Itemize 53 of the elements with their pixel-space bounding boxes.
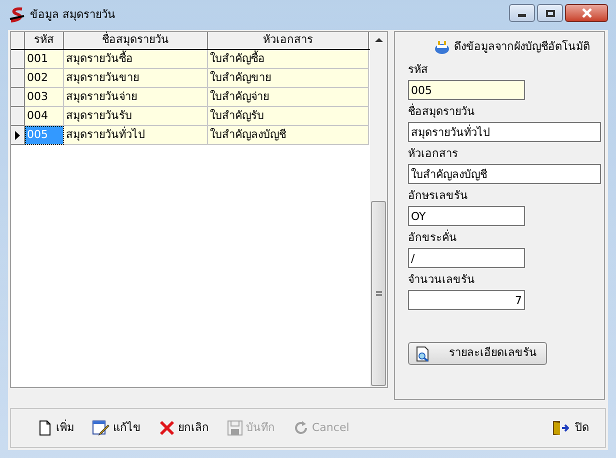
toolbar-button[interactable]: ยกเลิก (157, 415, 211, 441)
table-cell: สมุดรายวันซื้อ (64, 50, 208, 69)
edit-icon (92, 420, 110, 436)
new-document-icon (37, 420, 53, 436)
table-cell: ใบสำคัญจ่าย (208, 88, 369, 107)
toolbar-button[interactable]: เพิ่ม (35, 415, 76, 441)
table-cell: ใบสำคัญรับ (208, 107, 369, 126)
field-label: จำนวนเลขรัน (408, 272, 476, 288)
toolbar-button[interactable]: แก้ไข (90, 415, 143, 441)
undo-icon (293, 420, 309, 436)
document-search-icon (415, 346, 431, 362)
table-cell: 005 (25, 126, 64, 145)
table-cell: สมุดรายวันขาย (64, 69, 208, 88)
table-cell: ใบสำคัญซื้อ (208, 50, 369, 69)
app-logo-icon (8, 7, 26, 23)
row-indicator[interactable] (11, 126, 25, 145)
maximize-button[interactable] (537, 4, 563, 22)
input-field[interactable]: 005 (408, 80, 525, 100)
table-cell: 001 (25, 50, 64, 69)
vertical-scrollbar[interactable] (370, 32, 387, 387)
table-cell: 003 (25, 88, 64, 107)
close-icon (580, 8, 592, 18)
column-header[interactable]: หัวเอกสาร (208, 32, 369, 49)
minimize-button[interactable] (509, 4, 535, 22)
field-label: หัวเอกสาร (408, 146, 459, 162)
table-cell: สมุดรายวันจ่าย (64, 88, 208, 107)
table-cell: ใบสำคัญลงบัญชี (208, 126, 369, 145)
plug-icon (434, 39, 450, 55)
input-field[interactable]: ใบสำคัญลงบัญชี (408, 164, 601, 184)
close-button[interactable] (565, 4, 608, 22)
input-field[interactable]: สมุดรายวันทั่วไป (408, 122, 601, 142)
import-link[interactable]: ดึงข้อมูลจากผังบัญชีอัตโนมัติ (434, 36, 590, 58)
table-cell: สมุดรายวันทั่วไป (64, 126, 208, 145)
column-header[interactable]: รหัส (25, 32, 64, 49)
window-title: ข้อมูล สมุดรายวัน (30, 6, 116, 23)
current-row-icon (15, 130, 20, 140)
input-field[interactable]: OY (408, 206, 525, 226)
run-number-details-button[interactable]: รายละเอียดเลขรัน (408, 342, 547, 365)
cross-icon (159, 420, 175, 436)
input-field[interactable]: 7 (408, 290, 525, 310)
table-cell: 002 (25, 69, 64, 88)
table-cell: 004 (25, 107, 64, 126)
field-label: อักขระคั่น (408, 228, 458, 246)
scroll-thumb[interactable] (371, 201, 386, 386)
exit-button[interactable]: ปิด (551, 415, 589, 441)
input-field[interactable]: / (408, 248, 525, 268)
table-cell: สมุดรายวันรับ (64, 107, 208, 126)
field-label: รหัส (408, 62, 429, 78)
table-cell: ใบสำคัญขาย (208, 69, 369, 88)
exit-door-icon (551, 420, 569, 436)
field-label: อักษรเลขรัน (408, 188, 469, 204)
column-header[interactable]: ชื่อสมุดรายวัน (64, 32, 208, 49)
field-label: ชื่อสมุดรายวัน (408, 102, 476, 120)
